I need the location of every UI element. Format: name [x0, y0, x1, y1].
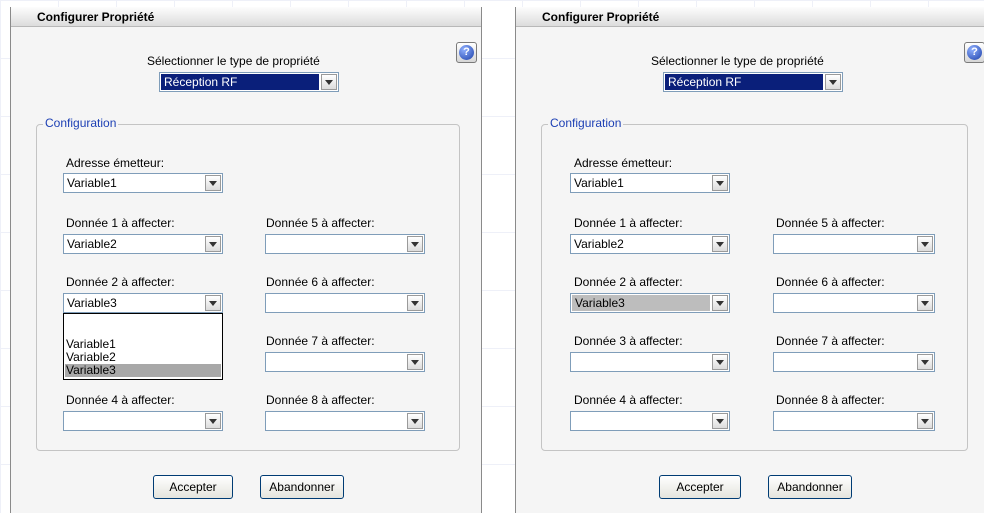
chevron-down-icon[interactable]	[407, 295, 423, 311]
d2-select-value: Variable3	[572, 295, 710, 311]
d4-label: Donnée 4 à affecter:	[66, 393, 175, 407]
dialog-title: Configurer Propriété	[516, 7, 984, 27]
help-icon: ?	[967, 45, 982, 60]
adresse-select[interactable]: Variable1	[63, 173, 223, 193]
chevron-down-icon[interactable]	[407, 354, 423, 370]
cancel-button[interactable]: Abandonner	[260, 475, 344, 499]
chevron-down-icon[interactable]	[917, 236, 933, 252]
chevron-down-icon[interactable]	[205, 413, 221, 429]
d5-select[interactable]	[265, 234, 425, 254]
dropdown-option-selected[interactable]: Variable3	[65, 364, 221, 377]
d7-label: Donnée 7 à affecter:	[776, 334, 885, 348]
d8-select[interactable]	[265, 411, 425, 431]
config-legend: Configuration	[43, 116, 119, 130]
chevron-down-icon[interactable]	[205, 175, 221, 191]
chevron-down-icon[interactable]	[712, 354, 728, 370]
chevron-down-icon[interactable]	[917, 295, 933, 311]
d1-label: Donnée 1 à affecter:	[66, 216, 175, 230]
chevron-down-icon[interactable]	[712, 236, 728, 252]
chevron-down-icon[interactable]	[712, 295, 728, 311]
d5-label: Donnée 5 à affecter:	[266, 216, 375, 230]
d3-select[interactable]	[570, 352, 730, 372]
d2-select[interactable]: Variable3	[63, 293, 223, 313]
d1-label: Donnée 1 à affecter:	[574, 216, 683, 230]
dialog-left: Configurer Propriété ? Sélectionner le t…	[10, 7, 482, 513]
chevron-down-icon[interactable]	[205, 295, 221, 311]
d6-select[interactable]	[265, 293, 425, 313]
d6-label: Donnée 6 à affecter:	[776, 275, 885, 289]
dialog-right: Configurer Propriété ? Sélectionner le t…	[515, 7, 984, 513]
d1-select[interactable]: Variable2	[63, 234, 223, 254]
d4-label: Donnée 4 à affecter:	[574, 393, 683, 407]
help-button[interactable]: ?	[456, 42, 477, 63]
d6-label: Donnée 6 à affecter:	[266, 275, 375, 289]
d7-select[interactable]	[265, 352, 425, 372]
d8-label: Donnée 8 à affecter:	[776, 393, 885, 407]
chevron-down-icon[interactable]	[712, 413, 728, 429]
cancel-button[interactable]: Abandonner	[768, 475, 852, 499]
d2-select[interactable]: Variable3	[570, 293, 730, 313]
chevron-down-icon[interactable]	[407, 413, 423, 429]
adresse-label: Adresse émetteur:	[574, 156, 673, 170]
d4-select[interactable]	[570, 411, 730, 431]
d2-dropdown-list: Variable1 Variable2 Variable3	[63, 313, 223, 380]
type-select[interactable]: Réception RF	[663, 72, 843, 92]
type-label: Sélectionner le type de propriété	[147, 54, 320, 68]
adresse-select-value: Variable1	[67, 176, 117, 190]
help-button[interactable]: ?	[964, 42, 984, 63]
type-select-value: Réception RF	[161, 74, 319, 90]
config-legend: Configuration	[548, 116, 624, 130]
chevron-down-icon[interactable]	[205, 236, 221, 252]
chevron-down-icon[interactable]	[825, 74, 841, 90]
d4-select[interactable]	[63, 411, 223, 431]
adresse-select[interactable]: Variable1	[570, 173, 730, 193]
d5-label: Donnée 5 à affecter:	[776, 216, 885, 230]
d7-label: Donnée 7 à affecter:	[266, 334, 375, 348]
type-select[interactable]: Réception RF	[159, 72, 339, 92]
d1-select[interactable]: Variable2	[570, 234, 730, 254]
adresse-select-value: Variable1	[574, 176, 624, 190]
d1-select-value: Variable2	[67, 237, 117, 251]
accept-button[interactable]: Accepter	[659, 475, 741, 499]
accept-button[interactable]: Accepter	[153, 475, 233, 499]
d7-select[interactable]	[773, 352, 935, 372]
dialog-title: Configurer Propriété	[11, 7, 481, 27]
chevron-down-icon[interactable]	[407, 236, 423, 252]
d1-select-value: Variable2	[574, 237, 624, 251]
type-select-value: Réception RF	[665, 74, 823, 90]
type-label: Sélectionner le type de propriété	[651, 54, 824, 68]
adresse-label: Adresse émetteur:	[66, 156, 165, 170]
d2-label: Donnée 2 à affecter:	[66, 275, 175, 289]
d2-select-value: Variable3	[67, 296, 117, 310]
d8-label: Donnée 8 à affecter:	[266, 393, 375, 407]
chevron-down-icon[interactable]	[321, 74, 337, 90]
help-icon: ?	[459, 45, 474, 60]
d6-select[interactable]	[773, 293, 935, 313]
d8-select[interactable]	[773, 411, 935, 431]
d2-label: Donnée 2 à affecter:	[574, 275, 683, 289]
chevron-down-icon[interactable]	[712, 175, 728, 191]
chevron-down-icon[interactable]	[917, 354, 933, 370]
chevron-down-icon[interactable]	[917, 413, 933, 429]
d3-label: Donnée 3 à affecter:	[574, 334, 683, 348]
d5-select[interactable]	[773, 234, 935, 254]
